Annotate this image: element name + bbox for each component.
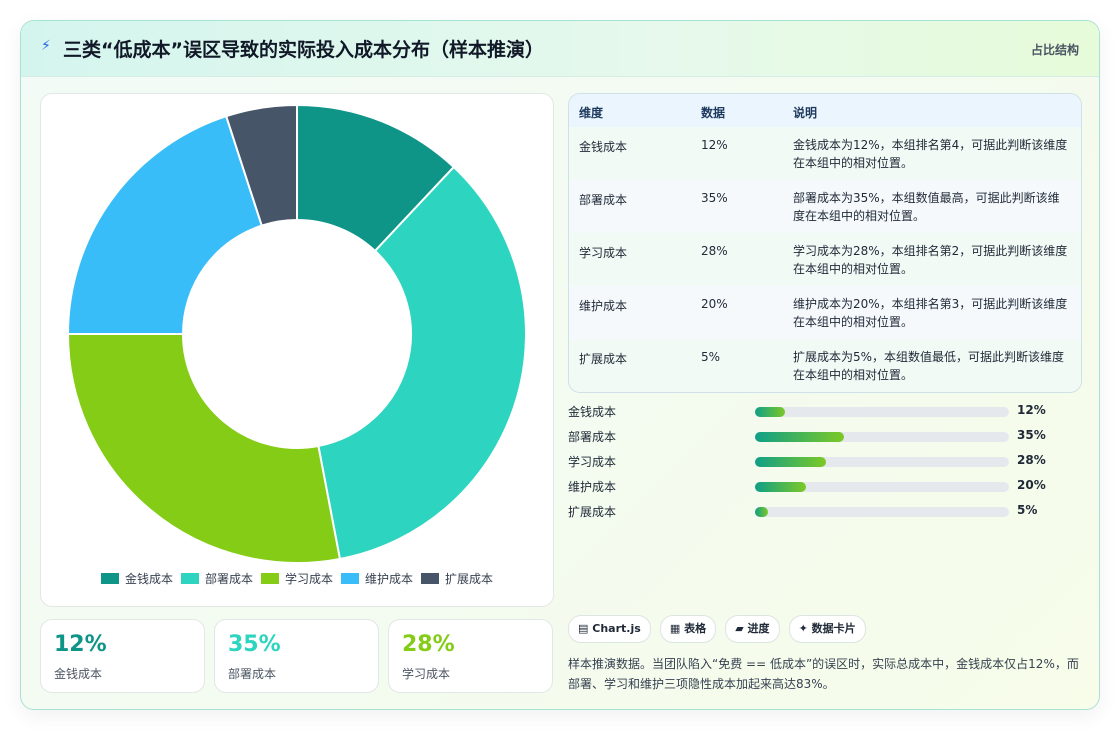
progress-percent: 12% bbox=[1017, 403, 1046, 417]
table-cell-description: 维护成本为20%，本组排名第3，可据此判断该维度在本组中的相对位置。 bbox=[793, 297, 1068, 329]
stat-label: 金钱成本 bbox=[54, 667, 103, 681]
tag-progress[interactable]: ▰ 进度 bbox=[725, 615, 780, 643]
stat-label: 部署成本 bbox=[228, 667, 277, 681]
stat-value: 28% bbox=[402, 632, 455, 657]
progress-fill bbox=[755, 482, 806, 492]
stat-card-deploy: 35% 部署成本 bbox=[214, 619, 379, 693]
progress-row-maintain: 维护成本 20% bbox=[568, 476, 1080, 496]
legend-item[interactable]: 学习成本 bbox=[260, 570, 333, 587]
progress-row-deploy: 部署成本 35% bbox=[568, 426, 1080, 446]
table-row: 学习成本 28% 学习成本为28%，本组排名第2，可据此判断该维度在本组中的相对… bbox=[569, 233, 1081, 287]
tag-label: Chart.js bbox=[592, 622, 641, 635]
stat-card-learn: 28% 学习成本 bbox=[388, 619, 553, 693]
table-cell-dimension: 扩展成本 bbox=[579, 352, 628, 366]
progress-track bbox=[755, 482, 1009, 492]
progress-fill bbox=[755, 407, 786, 417]
table-cell-value: 20% bbox=[701, 297, 728, 311]
progress-label: 部署成本 bbox=[568, 430, 617, 444]
progress-label: 维护成本 bbox=[568, 480, 617, 494]
table-row: 维护成本 20% 维护成本为20%，本组排名第3，可据此判断该维度在本组中的相对… bbox=[569, 286, 1081, 340]
legend-swatch bbox=[180, 573, 199, 584]
page-title: 三类“低成本”误区导致的实际投入成本分布（样本推演） bbox=[63, 39, 544, 61]
table-cell-dimension: 部署成本 bbox=[579, 193, 628, 207]
table-row: 金钱成本 12% 金钱成本为12%，本组排名第4，可据此判断该维度在本组中的相对… bbox=[569, 127, 1081, 181]
legend-item[interactable]: 部署成本 bbox=[180, 570, 253, 587]
progress-track bbox=[755, 432, 1009, 442]
card-header: ⚡ 三类“低成本”误区导致的实际投入成本分布（样本推演） 占比结构 bbox=[21, 21, 1099, 77]
chart-legend: 金钱成本 部署成本 学习成本 维护成本 扩展成本 bbox=[41, 570, 553, 587]
summary-note: 样本推演数据。当团队陷入“免费 == 低成本”的误区时，实际总成本中，金钱成本仅… bbox=[568, 657, 1079, 691]
legend-swatch bbox=[100, 573, 119, 584]
tag-label: 数据卡片 bbox=[811, 622, 856, 635]
card-icon: ✦ bbox=[798, 622, 808, 635]
progress-label: 扩展成本 bbox=[568, 505, 617, 519]
progress-fill bbox=[755, 457, 827, 467]
table-header-data: 数据 bbox=[701, 106, 726, 120]
table-cell-description: 学习成本为28%，本组排名第2，可据此判断该维度在本组中的相对位置。 bbox=[793, 244, 1068, 276]
legend-item[interactable]: 维护成本 bbox=[341, 570, 413, 587]
progress-icon: ▰ bbox=[735, 622, 744, 635]
progress-percent: 35% bbox=[1017, 428, 1046, 442]
lightning-icon: ⚡ bbox=[41, 38, 51, 54]
stat-value: 12% bbox=[54, 632, 107, 657]
legend-label: 扩展成本 bbox=[445, 572, 494, 586]
donut-chart-panel: 金钱成本 部署成本 学习成本 维护成本 扩展成本 bbox=[40, 93, 554, 607]
tag-data-cards[interactable]: ✦ 数据卡片 bbox=[788, 615, 866, 643]
table-cell-value: 5% bbox=[701, 350, 721, 364]
legend-item[interactable]: 金钱成本 bbox=[100, 570, 173, 587]
stat-card-money: 12% 金钱成本 bbox=[40, 619, 205, 693]
legend-swatch bbox=[341, 573, 359, 584]
table-cell-dimension: 维护成本 bbox=[579, 299, 628, 313]
tag-chartjs[interactable]: ▤ Chart.js bbox=[568, 615, 651, 643]
legend-label: 维护成本 bbox=[365, 572, 414, 586]
progress-row-learn: 学习成本 28% bbox=[568, 451, 1080, 471]
table-cell-dimension: 金钱成本 bbox=[579, 140, 628, 154]
donut-chart bbox=[66, 103, 527, 564]
dashboard-card: ⚡ 三类“低成本”误区导致的实际投入成本分布（样本推演） 占比结构 金钱成本部署… bbox=[20, 20, 1100, 710]
progress-label: 金钱成本 bbox=[568, 405, 617, 419]
progress-fill bbox=[755, 507, 768, 517]
chart-icon: ▤ bbox=[578, 622, 589, 635]
table-cell-description: 金钱成本为12%，本组排名第4，可据此判断该维度在本组中的相对位置。 bbox=[793, 138, 1068, 170]
table-cell-value: 35% bbox=[701, 191, 728, 205]
tag-list: ▤ Chart.js ▦ 表格 ▰ 进度 ✦ 数据卡片 bbox=[568, 615, 870, 643]
progress-track bbox=[755, 407, 1009, 417]
legend-item[interactable]: 扩展成本 bbox=[421, 570, 493, 587]
table-cell-description: 部署成本为35%，本组数值最高，可据此判断该维度在本组中的相对位置。 bbox=[793, 191, 1060, 223]
stat-label: 学习成本 bbox=[402, 667, 451, 681]
table-row: 扩展成本 5% 扩展成本为5%，本组数值最低，可据此判断该维度在本组中的相对位置… bbox=[569, 339, 1081, 392]
header-tag: 占比结构 bbox=[1030, 43, 1079, 57]
data-table: 维度 数据 说明 金钱成本 12% 金钱成本为12%，本组排名第4，可据此判断该… bbox=[568, 93, 1082, 393]
progress-row-extend: 扩展成本 5% bbox=[568, 501, 1080, 521]
legend-label: 金钱成本 bbox=[124, 572, 173, 586]
progress-track bbox=[755, 457, 1009, 467]
progress-percent: 5% bbox=[1017, 503, 1038, 517]
tag-label: 进度 bbox=[747, 622, 770, 635]
stat-value: 35% bbox=[228, 632, 281, 657]
table-cell-dimension: 学习成本 bbox=[579, 246, 628, 260]
legend-label: 学习成本 bbox=[284, 572, 333, 586]
progress-fill bbox=[755, 432, 844, 442]
table-cell-description: 扩展成本为5%，本组数值最低，可据此判断该维度在本组中的相对位置。 bbox=[793, 350, 1065, 382]
table-cell-value: 28% bbox=[701, 244, 728, 258]
progress-track bbox=[755, 507, 1009, 517]
table-icon: ▦ bbox=[669, 622, 681, 635]
progress-percent: 28% bbox=[1017, 453, 1046, 467]
donut-slice-3[interactable] bbox=[66, 114, 264, 335]
donut-slice-2[interactable] bbox=[66, 333, 342, 564]
progress-row-money: 金钱成本 12% bbox=[568, 401, 1080, 421]
legend-swatch bbox=[421, 573, 440, 584]
legend-label: 部署成本 bbox=[204, 572, 253, 586]
table-header-description: 说明 bbox=[793, 106, 818, 120]
table-cell-value: 12% bbox=[701, 138, 728, 152]
legend-swatch bbox=[260, 573, 279, 584]
progress-label: 学习成本 bbox=[568, 455, 617, 469]
tag-table[interactable]: ▦ 表格 bbox=[659, 615, 717, 643]
table-row: 部署成本 35% 部署成本为35%，本组数值最高，可据此判断该维度在本组中的相对… bbox=[569, 180, 1081, 234]
table-header-dimension: 维度 bbox=[579, 106, 604, 120]
tag-label: 表格 bbox=[684, 622, 707, 635]
table-header: 维度 数据 说明 bbox=[569, 94, 1081, 128]
progress-percent: 20% bbox=[1017, 478, 1046, 492]
